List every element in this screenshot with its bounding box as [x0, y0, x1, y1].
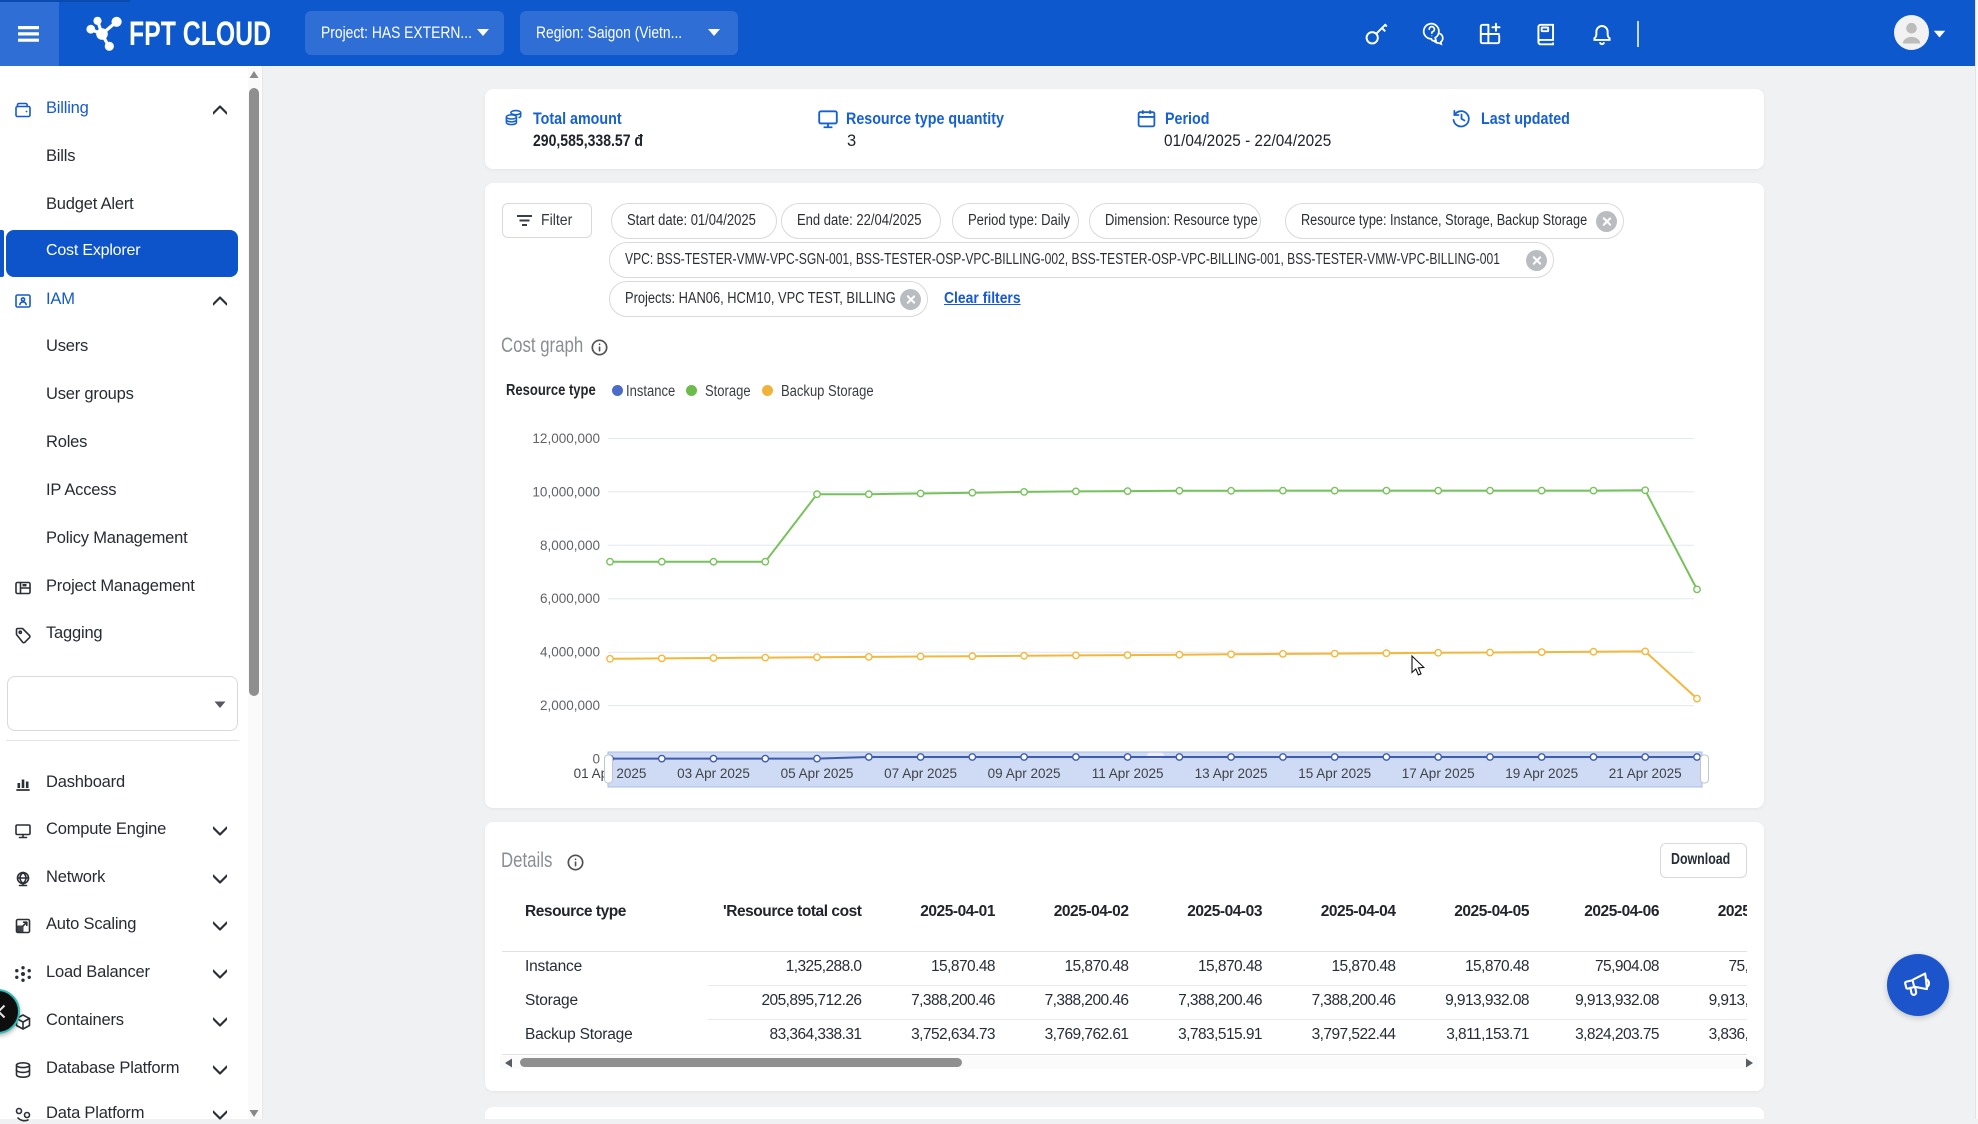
svg-text:03 Apr 2025: 03 Apr 2025 [677, 766, 750, 781]
svg-text:0: 0 [592, 752, 600, 767]
svg-text:19 Apr 2025: 19 Apr 2025 [1505, 766, 1578, 781]
svg-text:2,000,000: 2,000,000 [540, 698, 600, 713]
svg-text:12,000,000: 12,000,000 [532, 431, 600, 446]
svg-text:8,000,000: 8,000,000 [540, 538, 600, 553]
svg-text:4,000,000: 4,000,000 [540, 645, 600, 660]
svg-text:15 Apr 2025: 15 Apr 2025 [1298, 766, 1371, 781]
svg-text:07 Apr 2025: 07 Apr 2025 [884, 766, 957, 781]
svg-text:21 Apr 2025: 21 Apr 2025 [1609, 766, 1682, 781]
svg-text:05 Apr 2025: 05 Apr 2025 [781, 766, 854, 781]
svg-text:17 Apr 2025: 17 Apr 2025 [1402, 766, 1475, 781]
svg-text:09 Apr 2025: 09 Apr 2025 [988, 766, 1061, 781]
svg-text:11 Apr 2025: 11 Apr 2025 [1092, 766, 1164, 781]
svg-text:6,000,000: 6,000,000 [540, 591, 600, 606]
svg-text:10,000,000: 10,000,000 [532, 484, 600, 499]
svg-text:13 Apr 2025: 13 Apr 2025 [1195, 766, 1268, 781]
